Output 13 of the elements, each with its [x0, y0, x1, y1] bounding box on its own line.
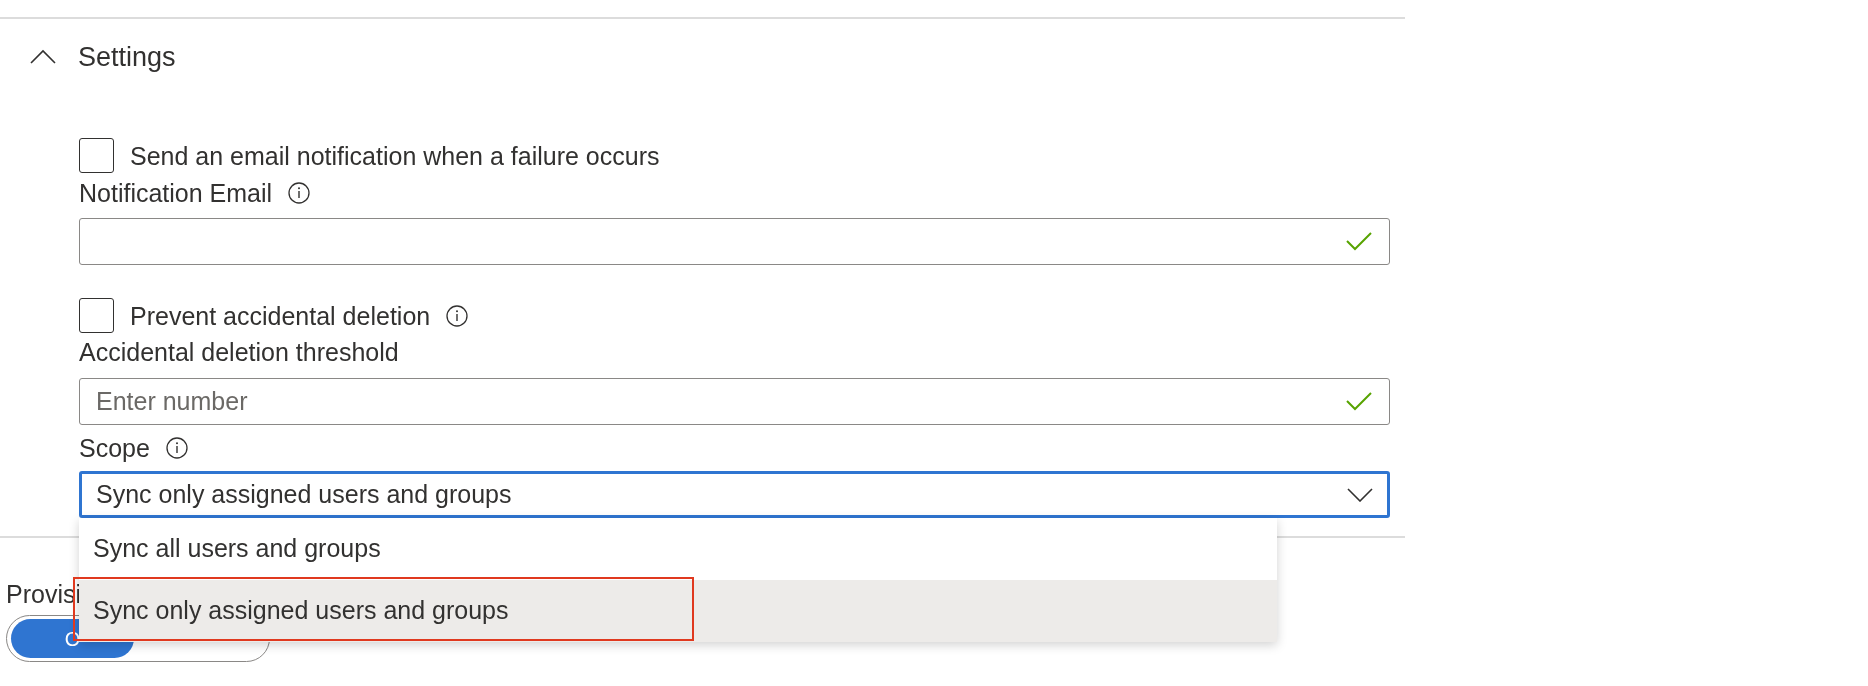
- dropdown-option[interactable]: Sync all users and groups: [79, 518, 1277, 580]
- checkbox[interactable]: [79, 138, 114, 173]
- checkbox-label: Send an email notification when a failure occurs: [130, 140, 660, 172]
- checkbox-label: Prevent accidental deletion: [130, 300, 431, 332]
- section-title: Settings: [78, 40, 176, 74]
- text-field[interactable]: [79, 218, 1390, 265]
- field-label: Notification Email: [79, 178, 273, 209]
- field-label: Accidental deletion threshold: [79, 337, 399, 368]
- chevron-up-icon[interactable]: [30, 49, 56, 65]
- checkbox[interactable]: [79, 298, 114, 333]
- text-field[interactable]: Enter number: [79, 378, 1390, 425]
- chevron-down-icon: [1347, 487, 1373, 502]
- field-label: Scope: [79, 433, 150, 464]
